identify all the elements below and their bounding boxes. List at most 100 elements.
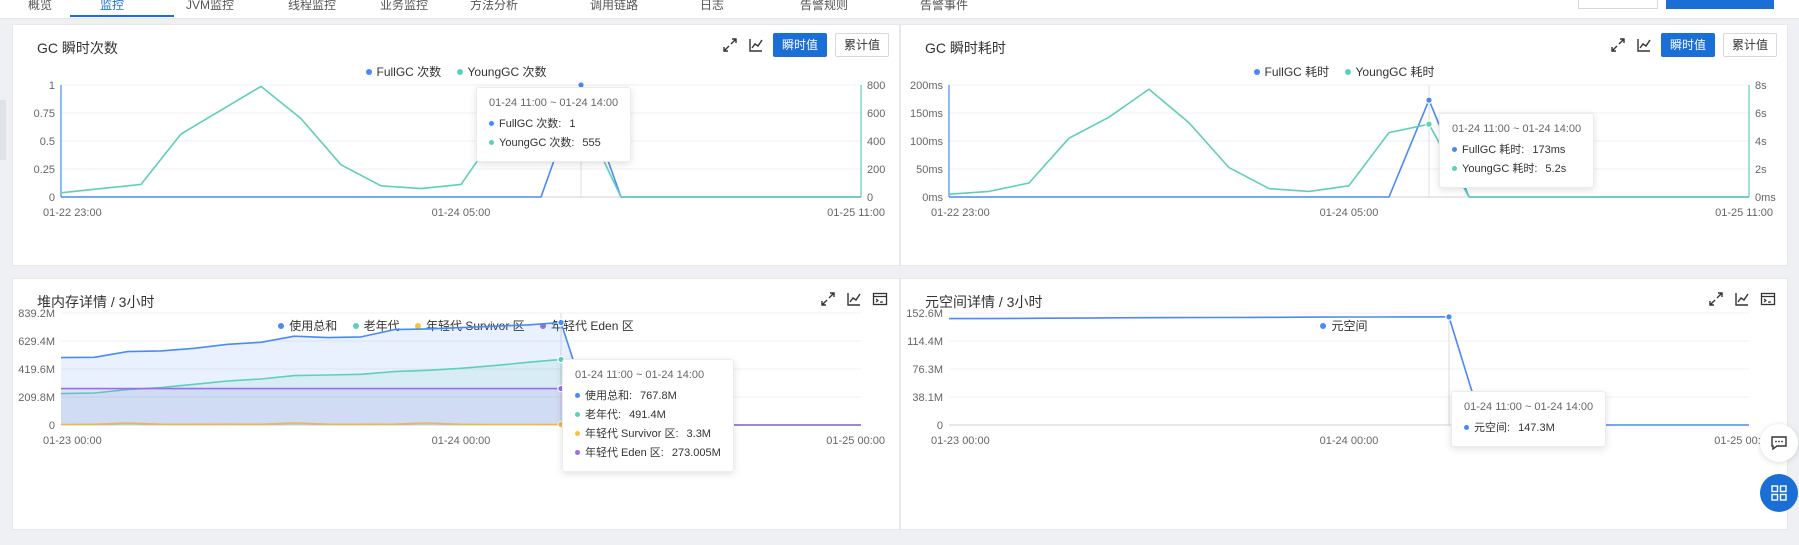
tab-trace[interactable]: 调用链路 <box>590 0 638 11</box>
tooltip-label: YoungGC 次数: <box>499 137 575 149</box>
gc-time-panel: GC 瞬时耗时 瞬时值 累计值 FullGC 耗时 YoungGC 耗时 0ms… <box>900 24 1788 266</box>
metaspace-panel: 元空间详情 / 3小时 元空间 0 38.1M 76.3M 114.4M 152.6M 0… <box>900 278 1788 530</box>
tab-overview[interactable]: 概览 <box>28 0 52 11</box>
tooltip-dot <box>1452 146 1457 152</box>
tooltip-title: 01-24 11:00 ~ 01-24 14:00 <box>1452 123 1582 135</box>
tooltip-label: YoungGC 耗时: <box>1462 163 1538 175</box>
chart-tooltip: 01-24 11:00 ~ 01-24 14:00 FullGC 耗时: 173m… <box>1439 113 1595 188</box>
feedback-button[interactable] <box>1760 424 1798 462</box>
heap-memory-chart[interactable]: 0 209.8M 419.6M 629.4M 839.2M 01-23 00:00 01-2… <box>13 279 899 529</box>
tab-logs[interactable]: 日志 <box>700 0 724 11</box>
y-right-tick-label: 0ms <box>1755 192 1776 204</box>
tooltip-row: FullGC 次数: 1 <box>489 115 618 134</box>
hover-point <box>1445 313 1453 321</box>
y-tick-label: 114.4M <box>907 336 943 348</box>
y-right-tick-label: 2s <box>1755 164 1767 176</box>
tooltip-title: 01-24 11:00 ~ 01-24 14:00 <box>575 369 705 381</box>
chat-icon <box>1771 436 1787 451</box>
y-tick-label: 152.6M <box>906 308 943 320</box>
x-tick-label: 01-24 05:00 <box>1320 207 1379 219</box>
tooltip-label: 年轻代 Eden 区: <box>585 447 664 459</box>
y-tick-label: 629.4M <box>18 336 55 348</box>
tooltip-row: 使用总和: 767.8M <box>575 387 721 406</box>
y-tick-label: 100ms <box>910 136 944 148</box>
tab-monitor[interactable]: 监控 <box>100 0 124 11</box>
chart-tooltip: 01-24 11:00 ~ 01-24 14:00 元空间: 147.3M <box>1451 391 1607 447</box>
hover-point <box>557 318 565 327</box>
x-tick-label: 01-23 00:00 <box>43 435 102 447</box>
x-tick-label: 01-25 00:00 <box>826 435 885 447</box>
tooltip-label: 老年代: <box>585 409 622 421</box>
tooltip-label: FullGC 耗时: <box>1462 144 1525 156</box>
tooltip-title: 01-24 11:00 ~ 01-24 14:00 <box>489 97 619 109</box>
tab-alert-events[interactable]: 告警事件 <box>920 0 968 11</box>
tooltip-value: 273.005M <box>671 447 721 459</box>
tooltip-value: 5.2s <box>1545 163 1567 175</box>
y-tick-label: 150ms <box>910 108 944 120</box>
y-right-tick-label: 800 <box>867 80 885 92</box>
tooltip-label: FullGC 次数: <box>499 118 562 130</box>
left-edge-bar <box>0 100 6 160</box>
y-tick-label: 209.8M <box>18 392 55 404</box>
tooltip-dot <box>1452 165 1457 171</box>
x-tick-label: 01-24 00:00 <box>1320 435 1379 447</box>
x-tick-label: 01-22 23:00 <box>43 207 102 219</box>
y-tick-label: 1 <box>49 80 55 92</box>
tooltip-title: 01-24 11:00 ~ 01-24 14:00 <box>1464 401 1594 413</box>
series-line <box>60 85 861 198</box>
y-tick-label: 0 <box>49 420 55 432</box>
y-right-tick-label: 600 <box>867 108 885 120</box>
top-nav: 概览 监控 JVM监控 线程监控 业务监控 方法分析 调用链路 日志 告警规则 … <box>0 0 1799 19</box>
tooltip-dot <box>575 430 580 436</box>
tooltip-dot <box>575 449 580 455</box>
tooltip-row: YoungGC 耗时: 5.2s <box>1452 160 1581 179</box>
chart-tooltip: 01-24 11:00 ~ 01-24 14:00 FullGC 次数: 1 Yo… <box>476 87 632 162</box>
apps-button[interactable] <box>1760 474 1798 512</box>
top-primary-button[interactable] <box>1666 0 1774 9</box>
tooltip-row: FullGC 耗时: 173ms <box>1452 141 1581 160</box>
tooltip-row: 年轻代 Eden 区: 273.005M <box>575 444 721 463</box>
tooltip-label: 年轻代 Survivor 区: <box>585 428 679 440</box>
series-line <box>949 99 1749 198</box>
gc-count-chart[interactable]: 0 0.25 0.5 0.75 1 0 200 400 600 800 01-22 23:00 01-… <box>13 25 899 265</box>
y-tick-label: 0 <box>937 420 943 432</box>
x-tick-label: 01-25 11:00 <box>1715 207 1773 219</box>
tooltip-dot <box>1464 424 1469 430</box>
y-right-tick-label: 6s <box>1755 108 1767 120</box>
y-right-tick-label: 0 <box>867 192 873 204</box>
y-tick-label: 0ms <box>922 192 943 204</box>
tab-method[interactable]: 方法分析 <box>470 0 518 11</box>
tooltip-value: 491.4M <box>629 409 666 421</box>
y-right-tick-label: 4s <box>1755 136 1767 148</box>
tooltip-value: 147.3M <box>1518 422 1555 434</box>
tooltip-row: 元空间: 147.3M <box>1464 419 1593 438</box>
tooltip-label: 元空间: <box>1474 422 1511 434</box>
y-tick-label: 76.3M <box>912 364 943 376</box>
tooltip-value: 3.3M <box>686 428 711 440</box>
metaspace-chart[interactable]: 0 38.1M 76.3M 114.4M 152.6M 01-23 00:00 01-24 … <box>901 279 1787 529</box>
tooltip-value: 767.8M <box>640 390 677 402</box>
y-tick-label: 50ms <box>916 164 943 176</box>
top-secondary-button[interactable] <box>1578 0 1658 9</box>
x-tick-label: 01-24 00:00 <box>432 435 491 447</box>
y-tick-label: 419.6M <box>18 364 55 376</box>
tooltip-row: YoungGC 次数: 555 <box>489 134 618 153</box>
heap-memory-panel: 堆内存详情 / 3小时 使用总和 老年代 年轻代 Survivor 区 年轻代 … <box>12 278 900 530</box>
y-right-tick-label: 400 <box>867 136 885 148</box>
y-right-tick-label: 8s <box>1755 80 1767 92</box>
tab-thread[interactable]: 线程监控 <box>288 0 336 11</box>
gc-time-chart[interactable]: 0ms 50ms 100ms 150ms 200ms 0ms 2s 4s 6s 8s 01-22 2… <box>901 25 1787 265</box>
y-tick-label: 0.75 <box>34 108 55 120</box>
chart-tooltip: 01-24 11:00 ~ 01-24 14:00 使用总和: 767.8M 老年… <box>562 359 734 472</box>
tooltip-dot <box>575 392 580 398</box>
x-tick-label: 01-23 00:00 <box>931 435 990 447</box>
tooltip-value: 555 <box>582 137 601 149</box>
tab-jvm[interactable]: JVM监控 <box>186 0 234 11</box>
tab-alert-rules[interactable]: 告警规则 <box>800 0 848 11</box>
tab-business[interactable]: 业务监控 <box>380 0 428 11</box>
hover-point <box>1425 96 1433 104</box>
tooltip-value: 1 <box>569 118 576 130</box>
hover-point <box>1425 120 1433 129</box>
y-tick-label: 200ms <box>910 80 944 92</box>
tooltip-dot <box>489 139 494 145</box>
